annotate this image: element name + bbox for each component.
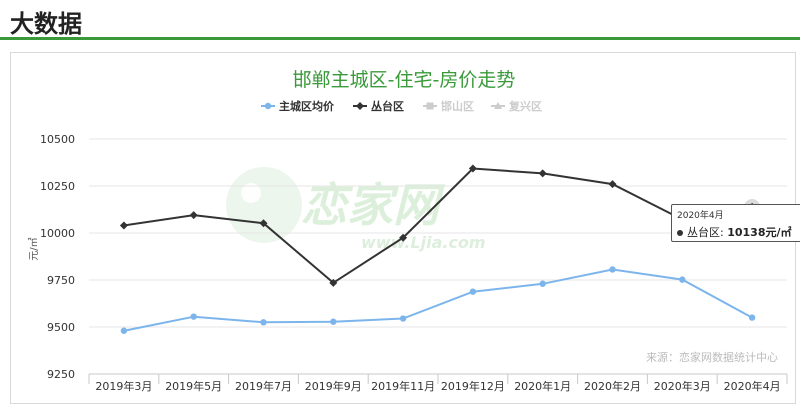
x-tick-label: 2020年2月 <box>584 379 641 393</box>
chart-tooltip: 2020年4月 丛台区: 10138元/㎡ <box>671 204 800 242</box>
y-tick-label: 10500 <box>40 133 75 146</box>
tooltip-date: 2020年4月 <box>677 211 724 221</box>
data-point <box>120 327 128 334</box>
x-tick-label: 2019年12月 <box>441 379 505 393</box>
series-line <box>123 268 753 332</box>
data-point <box>469 288 477 295</box>
y-tick-label: 10000 <box>40 227 75 240</box>
data-point <box>608 180 617 189</box>
y-tick-label: 10250 <box>40 180 75 193</box>
data-point <box>539 280 546 287</box>
page-header: 大数据 <box>0 0 800 40</box>
legend-marker-icon <box>264 102 272 110</box>
x-tick-label: 2019年3月 <box>95 379 152 393</box>
tooltip-row: 丛台区: 10138元/㎡ <box>677 224 799 240</box>
data-point <box>538 169 547 178</box>
legend-marker-icon <box>426 102 434 110</box>
y-tick-label: 9750 <box>47 274 75 287</box>
tooltip-marker-icon <box>677 230 683 236</box>
chart-legend: 主城区均价 丛台区 邯山区 复兴区 <box>261 99 542 113</box>
watermark-url: www.Ljia.com <box>361 233 486 252</box>
x-axis: 2019年3月 2019年5月 2019年7月 2019年9月 2019年11月 2019… <box>88 373 788 393</box>
y-tick-label: 9500 <box>47 321 75 334</box>
data-point <box>330 318 337 325</box>
x-tick-label: 2020年3月 <box>654 379 711 393</box>
watermark: 恋家网 www.Ljia.com <box>226 167 486 252</box>
data-point <box>119 221 128 230</box>
page-title: 大数据 <box>10 10 82 38</box>
legend-item-label: 主城区均价 <box>279 99 335 113</box>
data-point <box>399 315 407 322</box>
data-point <box>748 314 756 321</box>
tooltip-series-label: 丛台区: <box>687 226 724 239</box>
data-point <box>260 319 267 326</box>
y-axis: 9250 9500 9750 10000 10250 10500 <box>40 133 75 381</box>
x-tick-label: 2019年5月 <box>165 379 222 393</box>
x-tick-label: 2019年11月 <box>371 379 435 393</box>
source-note: 来源：恋家网数据统计中心 <box>646 350 778 364</box>
watermark-logo-icon <box>226 167 302 243</box>
y-axis-label: 元/㎡ <box>28 237 40 260</box>
chart-grid <box>89 138 787 375</box>
data-point <box>609 266 616 273</box>
chart-title: 邯郸主城区-住宅-房价走势 <box>293 69 516 91</box>
legend-marker-icon <box>356 102 364 110</box>
legend-item-label: 丛台区 <box>371 99 404 113</box>
y-tick-label: 9250 <box>47 368 75 381</box>
data-point <box>189 211 198 220</box>
data-point <box>190 313 197 320</box>
legend-item-label: 复兴区 <box>508 99 542 113</box>
chart-panel: 恋家网 www.Ljia.com 邯郸主城区-住宅-房价走势 主城区均价 丛台区 邯… <box>10 52 800 404</box>
legend-item-label: 邯山区 <box>441 99 474 113</box>
x-tick-label: 2019年7月 <box>235 379 292 393</box>
x-tick-label: 2019年9月 <box>305 379 362 393</box>
x-tick-label: 2020年4月 <box>724 379 781 393</box>
x-tick-label: 2020年1月 <box>514 379 571 393</box>
tooltip-value: 10138元/㎡ <box>727 226 792 239</box>
data-point <box>679 276 686 283</box>
